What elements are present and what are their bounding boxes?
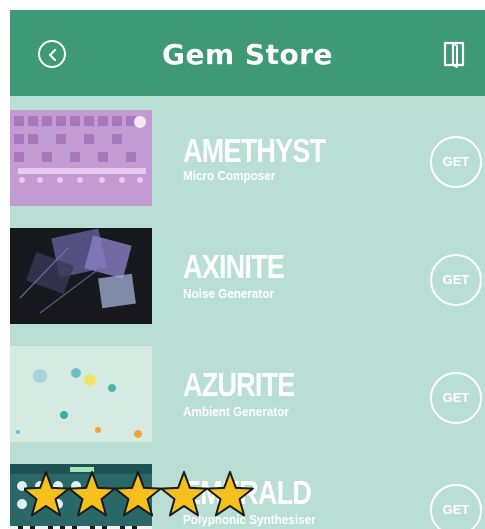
item-subtitle: Micro Composer bbox=[183, 168, 276, 183]
azurite-thumbnail bbox=[10, 346, 152, 442]
azurite-dots-image bbox=[10, 346, 152, 442]
item-subtitle: Ambient Generator bbox=[183, 404, 289, 419]
star-icon bbox=[114, 471, 162, 517]
get-button[interactable]: GET bbox=[430, 372, 482, 424]
get-button[interactable]: GET bbox=[430, 136, 482, 188]
item-name: AXINITE bbox=[183, 248, 285, 285]
page-title: Gem Store bbox=[162, 38, 333, 71]
item-name: AMETHYST bbox=[183, 132, 326, 169]
book-icon[interactable] bbox=[442, 40, 466, 68]
star-icon bbox=[160, 471, 208, 517]
get-button[interactable]: GET bbox=[430, 254, 482, 306]
axinite-squares-image bbox=[10, 228, 152, 324]
axinite-thumbnail bbox=[10, 228, 152, 324]
amethyst-thumbnail bbox=[10, 110, 152, 206]
rating-stars bbox=[24, 471, 254, 517]
star-icon bbox=[206, 471, 254, 517]
list-item[interactable]: AZURITE Ambient Generator GET bbox=[10, 332, 485, 451]
list-item[interactable]: AMETHYST Micro Composer GET bbox=[10, 96, 485, 215]
get-button[interactable]: GET bbox=[430, 484, 482, 529]
star-icon bbox=[24, 471, 70, 517]
list-item[interactable]: AXINITE Noise Generator GET bbox=[10, 214, 485, 333]
amethyst-grid-image bbox=[10, 110, 152, 206]
star-icon bbox=[68, 471, 116, 517]
gem-store-screen: Gem Store AMETHYST Micro Composer GET AX… bbox=[10, 10, 485, 529]
item-name: AZURITE bbox=[183, 366, 295, 403]
item-subtitle: Noise Generator bbox=[183, 286, 275, 301]
header-bar: Gem Store bbox=[10, 10, 485, 96]
